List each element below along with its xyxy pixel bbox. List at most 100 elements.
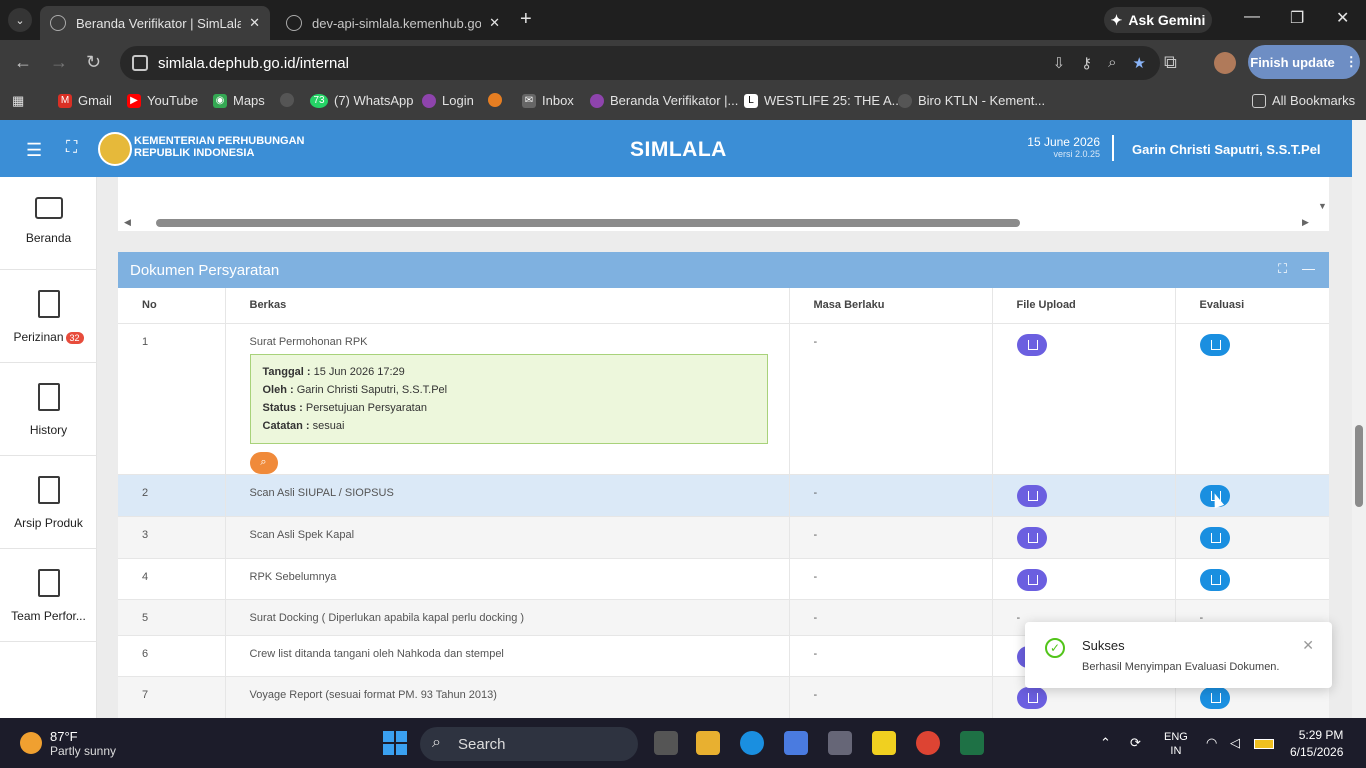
column-header-file-upload: File Upload (992, 288, 1176, 324)
close-window-icon[interactable]: ✕ (1336, 8, 1349, 28)
sync-icon[interactable]: ⟳ (1130, 735, 1141, 751)
collapse-icon[interactable]: — (1302, 261, 1315, 276)
edit-evaluation-button[interactable] (1199, 568, 1230, 591)
hamburger-menu-icon[interactable]: ☰ (26, 140, 42, 161)
upload-cell (992, 558, 1176, 600)
install-app-icon[interactable]: ⇩ (1053, 54, 1066, 72)
scroll-down-arrow[interactable]: ▼ (1318, 201, 1327, 211)
gmail-icon: M (58, 93, 72, 108)
sidebar-item-team-performance[interactable]: Team Perfor... (0, 549, 97, 642)
tab-search-dropdown[interactable]: ⌄ (8, 8, 32, 32)
system-clock[interactable]: 5:29 PM 6/15/2026 (1290, 727, 1343, 761)
globe-icon[interactable] (280, 93, 294, 107)
bookmark-maps[interactable]: ◉ Maps (213, 93, 265, 108)
site-info-icon[interactable] (132, 55, 148, 71)
view-detail-button[interactable]: ⌕ (249, 451, 278, 474)
close-icon[interactable]: ✕ (1302, 637, 1314, 654)
edge-icon[interactable] (740, 731, 764, 755)
key-icon[interactable]: ⚷ (1081, 54, 1092, 72)
whatsapp-icon: 73 (310, 93, 328, 108)
bookmark-westlife[interactable]: L WESTLIFE 25: THE A... (744, 93, 902, 108)
gemini-icon: ✦ (1110, 11, 1123, 28)
download-button[interactable] (1016, 526, 1047, 549)
evaluasi-cell (1175, 474, 1329, 517)
windows-start-icon[interactable] (383, 731, 407, 755)
language-indicator[interactable]: ENG IN (1164, 730, 1188, 758)
bookmark-inbox[interactable]: ✉ Inbox (522, 93, 574, 108)
tab-dev-api[interactable]: dev-api-simlala.kemenhub.go.id ✕ (276, 6, 510, 40)
copilot-icon[interactable] (784, 731, 808, 755)
temperature: 87°F (50, 729, 78, 744)
excel-icon[interactable] (960, 731, 984, 755)
download-button[interactable] (1016, 333, 1047, 356)
show-hidden-icons[interactable]: ⌃ (1100, 735, 1111, 751)
bookmark-star-icon[interactable]: ★ (1133, 54, 1146, 72)
more-menu-icon: ⋮ (1344, 54, 1358, 69)
expand-icon[interactable]: ⛶ (1278, 261, 1287, 277)
user-name[interactable]: Garin Christi Saputri, S.S.T.Pel (1132, 142, 1321, 157)
download-button[interactable] (1016, 686, 1047, 709)
bookmark-gmail[interactable]: M Gmail (58, 93, 112, 108)
file-explorer-icon[interactable] (696, 731, 720, 755)
berkas-name: Surat Permohonan RPK (249, 335, 368, 348)
scroll-left-arrow[interactable]: ◀ (124, 217, 131, 228)
browser-toolbar: ← → ↻ simlala.dephub.go.id/internal ⇩ ⚷ … (0, 40, 1366, 86)
all-bookmarks[interactable]: All Bookmarks (1252, 93, 1355, 108)
scrollbar-thumb[interactable] (1355, 425, 1363, 507)
scroll-right-arrow[interactable]: ▶ (1302, 217, 1309, 228)
fullscreen-icon[interactable]: ⛶ (66, 139, 77, 157)
back-icon[interactable]: ← (14, 52, 32, 73)
address-bar[interactable]: simlala.dephub.go.id/internal ⇩ ⚷ ⌕ ★ (120, 46, 1160, 80)
berkas-name: Scan Asli SIUPAL / SIOPSUS (225, 474, 790, 517)
bookmark-login[interactable]: Login (422, 93, 474, 108)
wifi-icon[interactable]: ◠ (1206, 735, 1217, 751)
sidebar-item-beranda[interactable]: Beranda (0, 177, 97, 270)
masa-berlaku: - (789, 558, 993, 600)
apps-icon[interactable]: ▦ (12, 93, 24, 109)
close-tab-icon[interactable]: ✕ (489, 15, 500, 31)
bookmark-label: Maps (233, 93, 265, 108)
forward-icon[interactable]: → (50, 52, 68, 73)
sticky-notes-icon[interactable] (872, 731, 896, 755)
close-tab-icon[interactable]: ✕ (249, 15, 260, 31)
zoom-icon[interactable]: ⌕ (1108, 54, 1116, 72)
sidebar-item-arsip-produk[interactable]: Arsip Produk (0, 456, 97, 549)
finish-update-button[interactable]: Finish update ⋮ (1248, 45, 1360, 79)
page-vertical-scrollbar[interactable] (1352, 120, 1366, 718)
reload-icon[interactable]: ↻ (86, 52, 101, 73)
new-tab-button[interactable]: + (520, 8, 532, 31)
chrome-icon[interactable] (916, 731, 940, 755)
bookmark-youtube[interactable]: ▶ YouTube (127, 93, 198, 108)
restore-icon[interactable]: ❐ (1290, 8, 1304, 28)
berkas-cell: Surat Permohonan RPK Tanggal : 15 Jun 20… (225, 323, 790, 475)
extensions-icon[interactable]: ⧉ (1164, 52, 1177, 73)
pinwheel-icon[interactable] (488, 93, 502, 107)
edit-evaluation-button[interactable] (1199, 333, 1230, 356)
battery-icon[interactable] (1254, 739, 1274, 749)
download-button[interactable] (1016, 568, 1047, 591)
masa-berlaku: - (789, 323, 993, 475)
tab-simlala[interactable]: Beranda Verifikator | SimLala ✕ (40, 6, 270, 40)
finish-update-label: Finish update (1250, 54, 1335, 70)
download-button[interactable] (1016, 484, 1047, 507)
volume-icon[interactable]: ◁ (1230, 735, 1240, 751)
sidebar-item-history[interactable]: History (0, 363, 97, 456)
taskbar-search[interactable]: ⌕ Search (420, 727, 638, 761)
url-text: simlala.dephub.go.id/internal (158, 54, 349, 72)
task-view-icon[interactable] (654, 731, 678, 755)
edit-evaluation-button[interactable] (1199, 686, 1230, 709)
bookmark-whatsapp[interactable]: 73 (7) WhatsApp (310, 93, 413, 108)
profile-avatar[interactable] (1214, 52, 1236, 74)
sidebar-item-perizinan[interactable]: Perizinan 32 (0, 270, 97, 363)
weather-widget[interactable]: 87°F Partly sunny (50, 729, 116, 759)
ask-gemini-button[interactable]: ✦ Ask Gemini (1104, 7, 1212, 33)
row-number: 2 (118, 474, 226, 517)
row-number: 3 (118, 516, 226, 559)
row-number: 6 (118, 635, 226, 677)
bookmark-biro-ktln[interactable]: Biro KTLN - Kement... (898, 93, 1045, 108)
bookmark-beranda[interactable]: Beranda Verifikator |... (590, 93, 738, 108)
horizontal-scrollbar[interactable] (156, 219, 1020, 227)
minimize-icon[interactable]: — (1244, 8, 1260, 26)
camera-icon[interactable] (828, 731, 852, 755)
edit-evaluation-button[interactable] (1199, 526, 1230, 549)
